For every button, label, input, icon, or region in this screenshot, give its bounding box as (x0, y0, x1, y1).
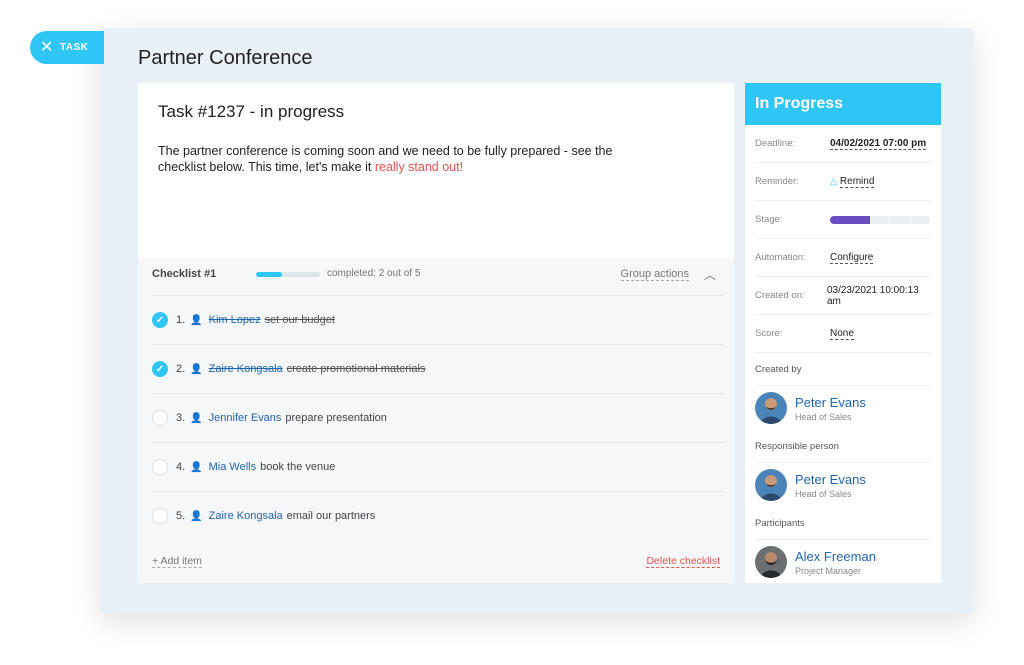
participants-label: Participants (755, 507, 931, 540)
checklist-title: Checklist #1 (152, 268, 217, 280)
score-field: Score: None (755, 315, 931, 353)
participant-info: Alex Freeman Project Manager (795, 549, 876, 576)
remind-link[interactable]: Remind (839, 176, 875, 188)
close-task-button[interactable]: ✕ TASK (30, 31, 104, 64)
bell-icon: △ (830, 176, 837, 186)
close-task-label: TASK (59, 42, 89, 53)
stage-label: Stage: (755, 214, 783, 225)
group-actions-link[interactable]: Group actions (620, 268, 689, 281)
task-sidebar: In Progress Deadline: 04/02/2021 07:00 p… (745, 83, 941, 583)
checklist-item[interactable]: ✓ 1. 👤 Kim Lopez set our budget (152, 295, 724, 344)
checklist-progress-fill (256, 272, 282, 277)
item-person-link[interactable]: Zaire Kongsala (209, 363, 283, 375)
item-person-link[interactable]: Kim Lopez (209, 314, 261, 326)
stage-segment[interactable] (890, 215, 911, 224)
item-checkbox-3[interactable] (152, 410, 168, 426)
configure-link[interactable]: Configure (830, 252, 874, 264)
checklist-progress-bar (256, 272, 320, 277)
avatar (755, 469, 787, 501)
checklist-item[interactable]: 3. 👤 Jennifer Evans prepare presentation (152, 393, 724, 442)
item-person-link[interactable]: Mia Wells (209, 461, 256, 473)
created-by-label: Created by (755, 353, 931, 386)
person-icon: 👤 (190, 412, 203, 424)
created-by-person[interactable]: Peter Evans Head of Sales (755, 386, 931, 430)
delete-checklist-button[interactable]: Delete checklist (646, 555, 720, 568)
checklist: Checklist #1 completed: 2 out of 5 Group… (138, 258, 734, 583)
reminder-field: Reminder: △ Remind (755, 163, 931, 201)
stage-progress-bar[interactable] (829, 215, 931, 224)
automation-field: Automation: Configure (755, 239, 931, 277)
stage-segment[interactable] (849, 215, 871, 224)
item-person-link[interactable]: Jennifer Evans (209, 412, 282, 424)
avatar (755, 546, 787, 578)
responsible-info: Peter Evans Head of Sales (795, 472, 866, 499)
item-number: 5. (176, 510, 186, 522)
item-number: 2. (176, 363, 186, 375)
chevron-up-icon[interactable]: ︿ (704, 266, 716, 283)
person-icon: 👤 (190, 461, 203, 473)
person-icon: 👤 (190, 510, 203, 522)
created-by-role: Head of Sales (795, 411, 852, 422)
reminder-label: Reminder: (755, 176, 799, 187)
task-panel: Partner Conference Task #1237 - in progr… (100, 28, 974, 614)
add-item-button[interactable]: + Add item (152, 555, 202, 568)
item-text: email our partners (286, 510, 376, 522)
score-label: Score: (755, 328, 783, 339)
created-on-field: Created on: 03/23/2021 10:00:13 am (755, 277, 931, 315)
responsible-person[interactable]: Peter Evans Head of Sales (755, 463, 931, 507)
task-description: The partner conference is coming soon an… (158, 143, 618, 175)
responsible-label: Responsible person (755, 430, 931, 463)
item-checkbox-1[interactable]: ✓ (152, 312, 168, 328)
score-value[interactable]: None (830, 328, 854, 340)
created-on-value: 03/23/2021 10:00:13 am (826, 284, 919, 307)
person-icon: 👤 (190, 314, 203, 326)
checklist-item[interactable]: ✓ 2. 👤 Zaire Kongsala create promotional… (152, 344, 724, 393)
created-on-label: Created on: (755, 290, 805, 301)
responsible-role: Head of Sales (795, 488, 852, 499)
stage-field: Stage: (755, 201, 931, 239)
task-heading: Task #1237 - in progress (158, 102, 345, 121)
checklist-item[interactable]: 4. 👤 Mia Wells book the venue (152, 442, 724, 491)
item-text: set our budget (264, 314, 335, 326)
checklist-items: ✓ 1. 👤 Kim Lopez set our budget ✓ 2. 👤 Z… (152, 295, 724, 540)
status-badge[interactable]: In Progress (745, 83, 941, 125)
item-number: 1. (176, 314, 186, 326)
item-person-link[interactable]: Zaire Kongsala (209, 510, 283, 522)
stage-segment[interactable] (911, 215, 931, 224)
participant-role: Project Manager (795, 565, 862, 576)
avatar (755, 392, 787, 424)
stage-segment[interactable] (870, 215, 891, 224)
task-description-highlight: really stand out! (374, 160, 464, 174)
checklist-completed-text: completed: 2 out of 5 (327, 268, 421, 279)
window-title: Partner Conference (138, 47, 313, 69)
person-icon: 👤 (190, 363, 203, 375)
participant-name[interactable]: Alex Freeman (795, 549, 876, 564)
responsible-name[interactable]: Peter Evans (795, 472, 866, 487)
item-text: create promotional materials (286, 363, 426, 375)
item-checkbox-2[interactable]: ✓ (152, 361, 168, 377)
created-by-name[interactable]: Peter Evans (795, 395, 866, 410)
item-number: 3. (176, 412, 186, 424)
item-text: prepare presentation (285, 412, 387, 424)
deadline-field: Deadline: 04/02/2021 07:00 pm (755, 125, 931, 163)
created-by-info: Peter Evans Head of Sales (795, 395, 866, 422)
deadline-label: Deadline: (755, 138, 796, 149)
task-main-card: Task #1237 - in progress The partner con… (138, 83, 734, 583)
item-text: book the venue (260, 461, 336, 473)
stage-segment[interactable] (829, 215, 850, 224)
deadline-value[interactable]: 04/02/2021 07:00 pm (830, 138, 927, 150)
checklist-item[interactable]: 5. 👤 Zaire Kongsala email our partners (152, 491, 724, 540)
item-checkbox-4[interactable] (152, 459, 168, 475)
close-icon: ✕ (40, 38, 54, 56)
item-checkbox-5[interactable] (152, 508, 168, 524)
automation-label: Automation: (755, 252, 806, 263)
item-number: 4. (176, 461, 186, 473)
participant-person[interactable]: Alex Freeman Project Manager (755, 540, 931, 584)
